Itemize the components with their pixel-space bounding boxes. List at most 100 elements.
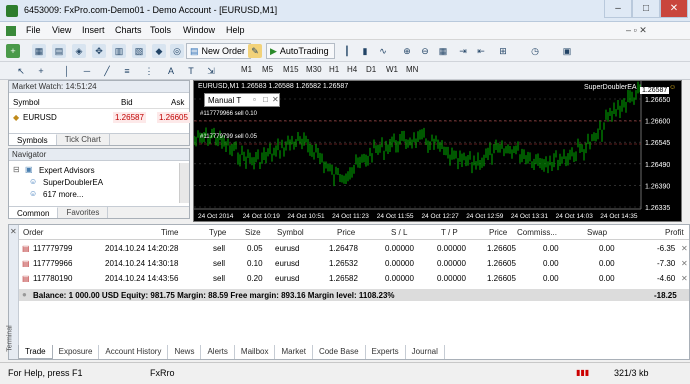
navigator-icon[interactable]: ✥: [92, 44, 106, 58]
market-watch-icon[interactable]: ▤: [52, 44, 66, 58]
tab-account-history[interactable]: Account History: [99, 345, 169, 359]
tab-market[interactable]: Market: [275, 345, 313, 359]
col-ask[interactable]: Ask: [171, 98, 184, 107]
terminal-icon[interactable]: ▥: [112, 44, 126, 58]
timeframe-d1[interactable]: D1: [363, 64, 379, 75]
metaeditor-icon[interactable]: ✎: [248, 44, 262, 58]
new-order-button[interactable]: ▤ New Order: [186, 43, 252, 59]
order-row[interactable]: ▤ 117779966 2014.10.24 14:30:18 sell 0.10 eur…: [19, 256, 690, 270]
menu-file[interactable]: File: [26, 25, 41, 35]
oneclick-icon[interactable]: ◎: [170, 44, 184, 58]
col-current-price[interactable]: Price: [489, 225, 507, 239]
menu-charts[interactable]: Charts: [115, 25, 142, 35]
nav-item-expert-advisors[interactable]: ⊟ ▣ Expert Advisors: [13, 164, 173, 176]
text-icon[interactable]: A: [164, 64, 178, 78]
menu-insert[interactable]: Insert: [82, 25, 105, 35]
close-button[interactable]: ✕: [660, 0, 688, 18]
tab-mailbox[interactable]: Mailbox: [235, 345, 276, 359]
line-chart-icon[interactable]: ∿: [376, 44, 390, 58]
tab-symbols[interactable]: Symbols: [9, 134, 57, 145]
col-symbol[interactable]: Symbol: [13, 98, 40, 107]
col-profit[interactable]: Profit: [665, 225, 684, 239]
order-row[interactable]: ▤ 117780190 2014.10.24 14:43:56 sell 0.20 eur…: [19, 271, 690, 285]
col-symbol[interactable]: Symbol: [277, 225, 304, 239]
col-price[interactable]: Price: [337, 225, 355, 239]
tab-alerts[interactable]: Alerts: [201, 345, 235, 359]
tab-tick-chart[interactable]: Tick Chart: [57, 134, 110, 145]
menu-tools[interactable]: Tools: [150, 25, 171, 35]
menu-view[interactable]: View: [52, 25, 71, 35]
editor-icon[interactable]: ◆: [152, 44, 166, 58]
col-commission[interactable]: Commiss...: [517, 225, 557, 239]
close-order-icon[interactable]: ✕: [681, 274, 688, 283]
navigator-scrollbar[interactable]: [179, 163, 189, 203]
manual-trading-panel[interactable]: Manual T ▫ □ ✕: [204, 93, 280, 107]
col-size[interactable]: Size: [245, 225, 261, 239]
timeframe-m1[interactable]: M1: [238, 64, 255, 75]
tab-experts[interactable]: Experts: [366, 345, 406, 359]
indicators-icon[interactable]: ⊞: [496, 44, 510, 58]
symbol-row[interactable]: ◆ EURUSD 1.26587 1.26605: [9, 110, 190, 124]
periods-icon[interactable]: ◷: [528, 44, 542, 58]
cursor-icon[interactable]: ↖: [14, 64, 28, 78]
mdi-controls[interactable]: – ▫ ✕: [626, 25, 647, 36]
panel-max-icon[interactable]: □: [263, 95, 268, 104]
profiles-icon[interactable]: ▦: [32, 44, 46, 58]
col-swap[interactable]: Swap: [587, 225, 607, 239]
timeframe-m15[interactable]: M15: [280, 64, 302, 75]
timeframe-mn[interactable]: MN: [403, 64, 421, 75]
tab-news[interactable]: News: [168, 345, 202, 359]
tab-common[interactable]: Common: [9, 207, 59, 218]
data-window-icon[interactable]: ◈: [72, 44, 86, 58]
crosshair-icon[interactable]: +: [34, 64, 48, 78]
minimize-button[interactable]: –: [604, 0, 632, 18]
terminal-close-icon[interactable]: ✕: [10, 227, 17, 236]
tab-trade[interactable]: Trade: [18, 345, 53, 359]
tile-windows-icon[interactable]: ▦: [436, 44, 450, 58]
timeframe-h1[interactable]: H1: [326, 64, 342, 75]
menu-window[interactable]: Window: [183, 25, 215, 35]
timeframe-h4[interactable]: H4: [344, 64, 360, 75]
trendline-icon[interactable]: ╱: [100, 64, 114, 78]
equidistant-channel-icon[interactable]: ≡: [120, 64, 134, 78]
autotrading-button[interactable]: ▶ AutoTrading: [266, 43, 335, 59]
nav-item-superdoublerea[interactable]: ☺ SuperDoublerEA: [29, 176, 179, 188]
maximize-button[interactable]: □: [632, 0, 660, 18]
panel-close-icon[interactable]: ✕: [272, 95, 279, 104]
text-label-icon[interactable]: T: [184, 64, 198, 78]
chart-shift-icon[interactable]: ⇤: [474, 44, 488, 58]
arrows-icon[interactable]: ⇲: [204, 64, 218, 78]
tab-exposure[interactable]: Exposure: [53, 345, 100, 359]
col-sl[interactable]: S / L: [391, 225, 407, 239]
panel-restore-icon[interactable]: ▫: [253, 95, 256, 104]
close-order-icon[interactable]: ✕: [681, 244, 688, 253]
timeframe-m30[interactable]: M30: [303, 64, 325, 75]
col-tp[interactable]: T / P: [441, 225, 458, 239]
zoom-out-icon[interactable]: ⊖: [418, 44, 432, 58]
zoom-in-icon[interactable]: ⊕: [400, 44, 414, 58]
timeframe-w1[interactable]: W1: [383, 64, 401, 75]
menu-help[interactable]: Help: [226, 25, 245, 35]
col-order[interactable]: Order: [23, 225, 43, 239]
col-bid[interactable]: Bid: [121, 98, 133, 107]
vertical-line-icon[interactable]: │: [60, 64, 74, 78]
order-row[interactable]: ▤ 117779799 2014.10.24 14:20:28 sell 0.05 eur…: [19, 241, 690, 255]
tab-favorites[interactable]: Favorites: [58, 207, 109, 218]
price-chart[interactable]: 1.26650 1.26600 1.26545 1.26490 1.26390 1.263…: [193, 80, 682, 222]
new-chart-icon[interactable]: +: [6, 44, 20, 58]
close-order-icon[interactable]: ✕: [681, 259, 688, 268]
templates-icon[interactable]: ▣: [560, 44, 574, 58]
tab-code-base[interactable]: Code Base: [313, 345, 366, 359]
bar-chart-icon[interactable]: ┃: [340, 44, 354, 58]
col-type[interactable]: Type: [209, 225, 226, 239]
nav-item-more[interactable]: ☺ 617 more...: [29, 188, 179, 200]
candle-chart-icon[interactable]: ▮: [358, 44, 372, 58]
autoscroll-icon[interactable]: ⇥: [456, 44, 470, 58]
market-watch-panel: Market Watch: 14:51:24 Symbol Bid Ask ◆ …: [8, 80, 190, 146]
tester-icon[interactable]: ▧: [132, 44, 146, 58]
col-time[interactable]: Time: [161, 225, 178, 239]
tab-journal[interactable]: Journal: [406, 345, 445, 359]
fibonacci-icon[interactable]: ⋮: [142, 64, 156, 78]
horizontal-line-icon[interactable]: ─: [80, 64, 94, 78]
timeframe-m5[interactable]: M5: [259, 64, 276, 75]
